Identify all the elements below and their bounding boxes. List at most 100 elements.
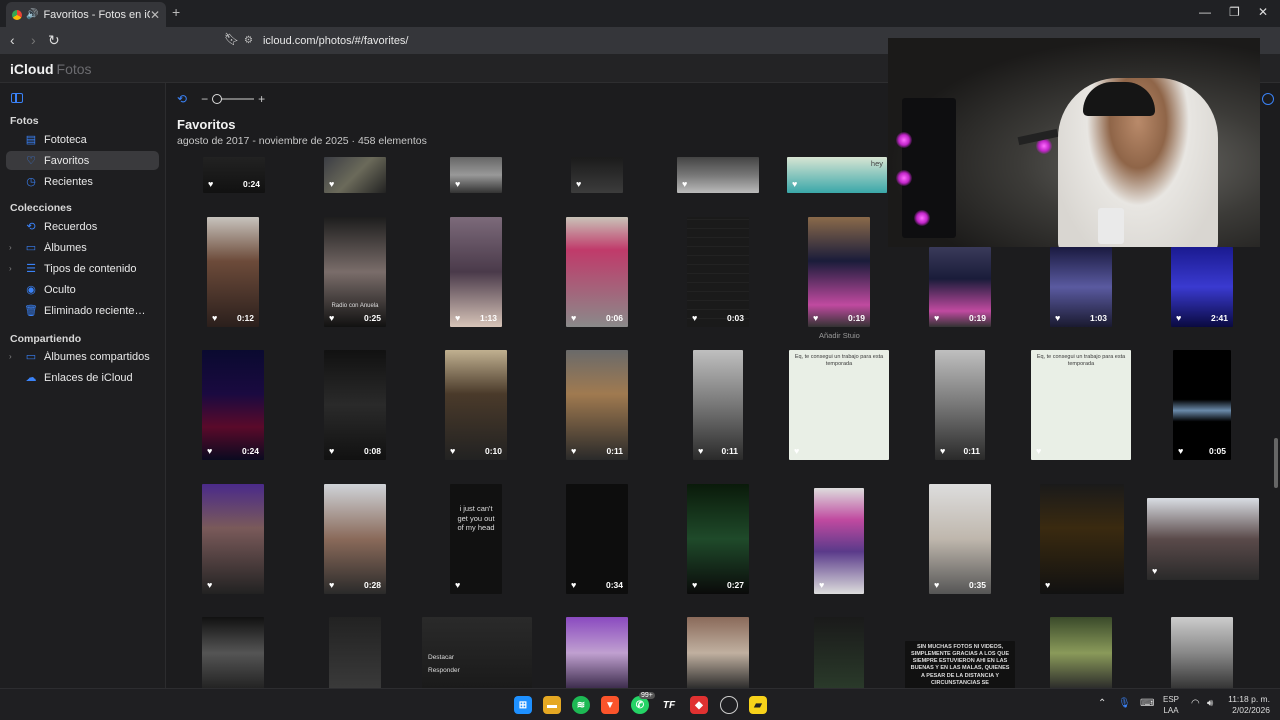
photo-thumbnail[interactable]: ♥ bbox=[450, 157, 502, 193]
photo-thumbnail[interactable]: Radio con Anuela ♥ 0:25 bbox=[324, 217, 386, 327]
favorite-heart-icon[interactable]: ♥ bbox=[792, 179, 797, 189]
photo-thumbnail[interactable]: ♥ bbox=[814, 488, 864, 594]
new-tab-button[interactable]: + bbox=[172, 4, 180, 20]
photo-thumbnail[interactable]: ♥ 0:19 bbox=[808, 217, 870, 327]
forward-arrow-icon[interactable]: › bbox=[31, 32, 36, 48]
obs-icon[interactable] bbox=[720, 696, 738, 714]
photo-thumbnail[interactable]: ♥ 0:11 bbox=[935, 350, 985, 460]
address-bar[interactable]: ⚙ icloud.com/photos/#/favorites/ bbox=[244, 30, 884, 51]
favorite-heart-icon[interactable]: ♥ bbox=[1152, 566, 1157, 576]
photo-thumbnail[interactable] bbox=[329, 617, 381, 688]
minimize-window-button[interactable]: — bbox=[1199, 5, 1211, 19]
favorite-heart-icon[interactable]: ♥ bbox=[1176, 313, 1181, 323]
photo-thumbnail[interactable]: ♥ 0:35 bbox=[929, 484, 991, 594]
sticky-notes-icon[interactable]: ▰ bbox=[749, 696, 767, 714]
chevron-right-icon[interactable]: › bbox=[9, 243, 12, 252]
language-indicator[interactable]: ESP LAA bbox=[1163, 694, 1179, 716]
sidebar-toggle-icon[interactable] bbox=[11, 93, 23, 103]
zoom-in-button[interactable]: + bbox=[258, 92, 265, 106]
favorite-heart-icon[interactable]: ♥ bbox=[455, 179, 460, 189]
favorite-heart-icon[interactable]: ♥ bbox=[329, 179, 334, 189]
sidebar-item-albumes-compartidos[interactable]: › ▭ Álbumes compartidos bbox=[6, 347, 159, 366]
photo-thumbnail[interactable]: ♥ 0:06 bbox=[566, 217, 628, 327]
favorite-heart-icon[interactable]: ♥ bbox=[329, 313, 334, 323]
favorite-heart-icon[interactable]: ♥ bbox=[934, 580, 939, 590]
photo-thumbnail[interactable]: ♥ 0:28 bbox=[324, 484, 386, 594]
favorite-heart-icon[interactable]: ♥ bbox=[1045, 580, 1050, 590]
back-arrow-icon[interactable]: ‹ bbox=[10, 32, 15, 48]
sidebar-item-albumes[interactable]: › ▭ Álbumes bbox=[6, 238, 159, 257]
close-tab-icon[interactable]: ✕ bbox=[150, 8, 160, 22]
favorite-heart-icon[interactable]: ♥ bbox=[934, 313, 939, 323]
favorite-heart-icon[interactable]: ♥ bbox=[329, 446, 334, 456]
photo-thumbnail[interactable] bbox=[202, 617, 264, 688]
sidebar-item-favoritos[interactable]: ♡ Favoritos bbox=[6, 151, 159, 170]
favorite-heart-icon[interactable]: ♥ bbox=[455, 313, 460, 323]
favorite-heart-icon[interactable]: ♥ bbox=[576, 179, 581, 189]
photo-thumbnail[interactable]: ♥ bbox=[1040, 484, 1124, 594]
photo-thumbnail[interactable]: Eq, te consegui un trabajo para esta tem… bbox=[1031, 350, 1131, 460]
scrollbar[interactable] bbox=[1274, 438, 1278, 488]
zoom-slider[interactable] bbox=[212, 94, 255, 104]
reload-icon[interactable]: ↻ bbox=[48, 32, 60, 49]
photo-thumbnail[interactable]: ♥ bbox=[677, 157, 759, 193]
chevron-right-icon[interactable]: › bbox=[9, 264, 12, 273]
photo-thumbnail[interactable] bbox=[687, 617, 749, 688]
favorite-heart-icon[interactable]: ♥ bbox=[940, 446, 945, 456]
sidebar-item-recuerdos[interactable]: ⟲ Recuerdos bbox=[6, 217, 159, 236]
photo-thumbnail[interactable]: ♥ bbox=[202, 484, 264, 594]
photo-thumbnail[interactable]: ♥ bbox=[1147, 498, 1259, 580]
more-options-icon[interactable] bbox=[1262, 93, 1274, 105]
photo-thumbnail[interactable]: ♥ 0:11 bbox=[566, 350, 628, 460]
close-window-button[interactable]: ✕ bbox=[1258, 5, 1268, 19]
clock[interactable]: 11:18 p. m. 2/02/2026 bbox=[1226, 694, 1270, 716]
favorite-heart-icon[interactable]: ♥ bbox=[1055, 313, 1060, 323]
photo-thumbnail[interactable]: ♥ 0:19 bbox=[929, 247, 991, 327]
sidebar-item-recientes[interactable]: ◷ Recientes bbox=[6, 172, 159, 191]
favorite-heart-icon[interactable]: ♥ bbox=[794, 446, 799, 456]
photo-thumbnail[interactable]: SIN MUCHAS FOTOS NI VIDEOS, SIMPLEMENTE … bbox=[905, 641, 1015, 688]
photo-thumbnail[interactable]: ♥ 1:13 bbox=[450, 217, 502, 327]
brave-icon[interactable]: ▼ bbox=[601, 696, 619, 714]
microphone-icon[interactable]: 🎙︎ bbox=[1118, 698, 1131, 709]
photo-thumbnail[interactable]: ♥ bbox=[571, 157, 623, 193]
favorite-heart-icon[interactable]: ♥ bbox=[682, 179, 687, 189]
favorite-heart-icon[interactable]: ♥ bbox=[571, 313, 576, 323]
favorite-heart-icon[interactable]: ♥ bbox=[207, 446, 212, 456]
favorite-heart-icon[interactable]: ♥ bbox=[1036, 446, 1041, 456]
bookmark-icon[interactable]: 🔖︎ bbox=[224, 32, 239, 46]
favorite-heart-icon[interactable]: ♥ bbox=[692, 580, 697, 590]
photo-thumbnail[interactable]: ♥ 0:05 bbox=[1173, 350, 1231, 460]
favorite-heart-icon[interactable]: ♥ bbox=[455, 580, 460, 590]
photo-thumbnail[interactable]: ♥ 1:03 bbox=[1050, 247, 1112, 327]
favorite-heart-icon[interactable]: ♥ bbox=[571, 446, 576, 456]
icloud-logo[interactable]: iCloud Fotos bbox=[10, 61, 92, 77]
spotify-icon[interactable]: ≋ bbox=[572, 696, 590, 714]
favorite-heart-icon[interactable]: ♥ bbox=[692, 313, 697, 323]
photo-thumbnail[interactable]: ♥ 0:27 bbox=[687, 484, 749, 594]
favorite-heart-icon[interactable]: ♥ bbox=[698, 446, 703, 456]
photo-thumbnail[interactable]: ♥ 0:12 bbox=[207, 217, 259, 327]
photo-thumbnail[interactable]: ♥ 0:08 bbox=[324, 350, 386, 460]
favorite-heart-icon[interactable]: ♥ bbox=[1178, 446, 1183, 456]
photo-thumbnail[interactable]: ♥ 0:24 bbox=[202, 350, 264, 460]
file-explorer-icon[interactable]: ▬ bbox=[543, 696, 561, 714]
sidebar-item-oculto[interactable]: ◉ Oculto bbox=[6, 280, 159, 299]
photo-thumbnail[interactable]: ♥ 0:24 bbox=[203, 157, 265, 193]
photo-thumbnail[interactable]: ♥ 0:11 bbox=[693, 350, 743, 460]
sidebar-item-eliminado[interactable]: 🗑︎ Eliminado recienteme... bbox=[6, 301, 159, 320]
photo-thumbnail[interactable] bbox=[566, 617, 628, 688]
photo-thumbnail[interactable]: Eq, te consegui un trabajo para esta tem… bbox=[789, 350, 889, 460]
photo-thumbnail[interactable]: Destacar Responder bbox=[422, 617, 532, 688]
site-settings-icon[interactable]: ⚙ bbox=[244, 35, 253, 46]
sidebar-item-tipos-contenido[interactable]: › ☰ Tipos de contenido bbox=[6, 259, 159, 278]
favorite-heart-icon[interactable]: ♥ bbox=[819, 580, 824, 590]
tray-chevron-up-icon[interactable]: ⌃ bbox=[1098, 698, 1106, 709]
zoom-out-button[interactable]: − bbox=[201, 92, 208, 106]
photo-thumbnail[interactable]: ♥ bbox=[324, 157, 386, 193]
sidebar-item-fototeca[interactable]: ▤ Fototeca bbox=[6, 130, 159, 149]
photo-thumbnail[interactable] bbox=[814, 617, 864, 688]
browser-tab[interactable]: 🔊 Favoritos - Fotos en iCloud ✕ bbox=[6, 2, 166, 27]
anydesk-icon[interactable]: ◆ bbox=[690, 696, 708, 714]
photo-thumbnail[interactable] bbox=[1050, 617, 1112, 688]
